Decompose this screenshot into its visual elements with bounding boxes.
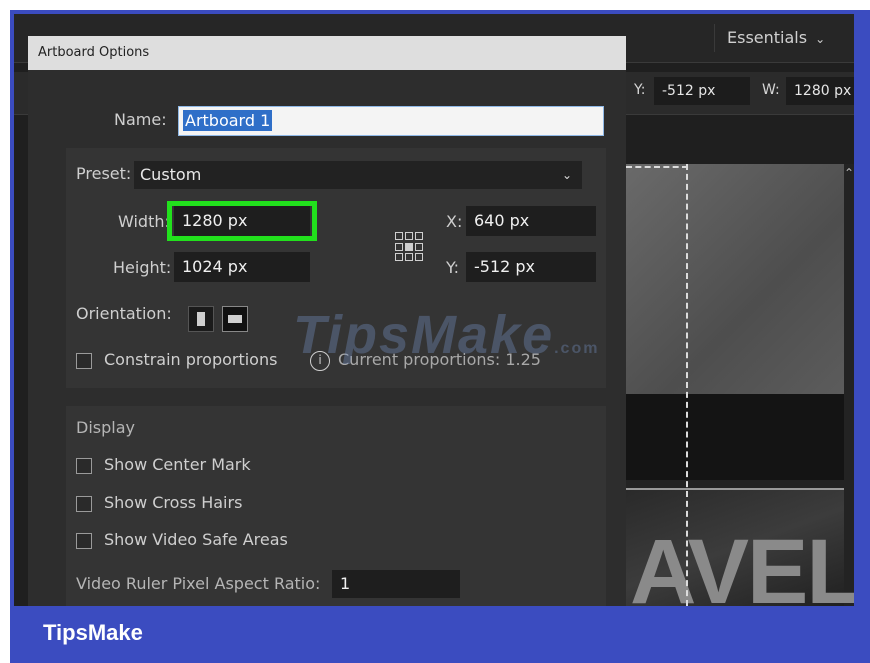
illustrator-app: Essentials ⌄ Y: -512 px W: 1280 px AVEL ⌃… bbox=[14, 14, 854, 606]
show-center-mark-checkbox[interactable] bbox=[76, 458, 92, 474]
x-input[interactable]: 640 px bbox=[466, 206, 596, 236]
control-w-label: W: bbox=[762, 82, 780, 98]
show-cross-hairs-label: Show Cross Hairs bbox=[104, 493, 243, 512]
show-cross-hairs-checkbox[interactable] bbox=[76, 496, 92, 512]
name-value: Artboard 1 bbox=[183, 110, 273, 131]
control-w-input[interactable]: 1280 px bbox=[786, 77, 854, 105]
canvas-artwork-text: AVEL bbox=[630, 521, 854, 606]
y-input[interactable]: -512 px bbox=[466, 252, 596, 282]
artboard-boundary-right bbox=[686, 164, 688, 606]
constrain-proportions-label: Constrain proportions bbox=[104, 350, 278, 369]
orientation-label: Orientation: bbox=[76, 304, 172, 323]
canvas-dark-band bbox=[626, 394, 844, 480]
pixel-aspect-ratio-input[interactable]: 1 bbox=[332, 570, 460, 598]
footer-brand: TipsMake bbox=[43, 620, 143, 645]
scroll-up-icon[interactable]: ⌃ bbox=[844, 166, 854, 180]
dialog-title: Artboard Options bbox=[28, 36, 626, 70]
preset-label: Preset: bbox=[76, 164, 132, 183]
chevron-down-icon: ⌄ bbox=[561, 168, 572, 182]
control-y-input[interactable]: -512 px bbox=[654, 77, 750, 105]
canvas-photo bbox=[626, 164, 844, 394]
landscape-orientation-icon[interactable] bbox=[222, 306, 248, 332]
chevron-down-icon: ⌄ bbox=[815, 32, 826, 46]
workspace-switcher[interactable]: Essentials ⌄ bbox=[714, 24, 844, 52]
artboard-options-dialog: Artboard Options Name: Artboard 1 Preset… bbox=[28, 36, 626, 606]
watermark-logo: TipsMake.com bbox=[293, 304, 599, 366]
show-center-mark-label: Show Center Mark bbox=[104, 455, 251, 474]
width-label: Width: bbox=[118, 212, 170, 231]
width-highlight-box bbox=[167, 201, 317, 241]
artboard-canvas[interactable]: AVEL bbox=[626, 164, 854, 606]
x-label: X: bbox=[446, 212, 463, 231]
show-video-safe-areas-checkbox[interactable] bbox=[76, 533, 92, 549]
height-input[interactable]: 1024 px bbox=[174, 252, 310, 282]
watermark-suffix: .com bbox=[554, 340, 600, 357]
reference-point-icon[interactable] bbox=[395, 232, 425, 262]
constrain-proportions-checkbox[interactable] bbox=[76, 353, 92, 369]
name-label: Name: bbox=[114, 110, 167, 129]
portrait-orientation-icon[interactable] bbox=[188, 306, 214, 332]
preset-value: Custom bbox=[140, 165, 202, 184]
artboard-boundary-top bbox=[626, 166, 688, 168]
show-video-safe-areas-label: Show Video Safe Areas bbox=[104, 530, 288, 549]
watermark-text: TipsMake bbox=[293, 305, 555, 365]
pixel-aspect-ratio-label: Video Ruler Pixel Aspect Ratio: bbox=[76, 574, 321, 593]
height-label: Height: bbox=[113, 258, 172, 277]
display-section-label: Display bbox=[76, 418, 135, 437]
control-y-label: Y: bbox=[634, 82, 646, 98]
preset-dropdown[interactable]: Custom ⌄ bbox=[134, 161, 582, 189]
workspace-label: Essentials bbox=[727, 28, 808, 47]
y-label: Y: bbox=[446, 258, 460, 277]
name-input[interactable]: Artboard 1 bbox=[178, 106, 604, 136]
